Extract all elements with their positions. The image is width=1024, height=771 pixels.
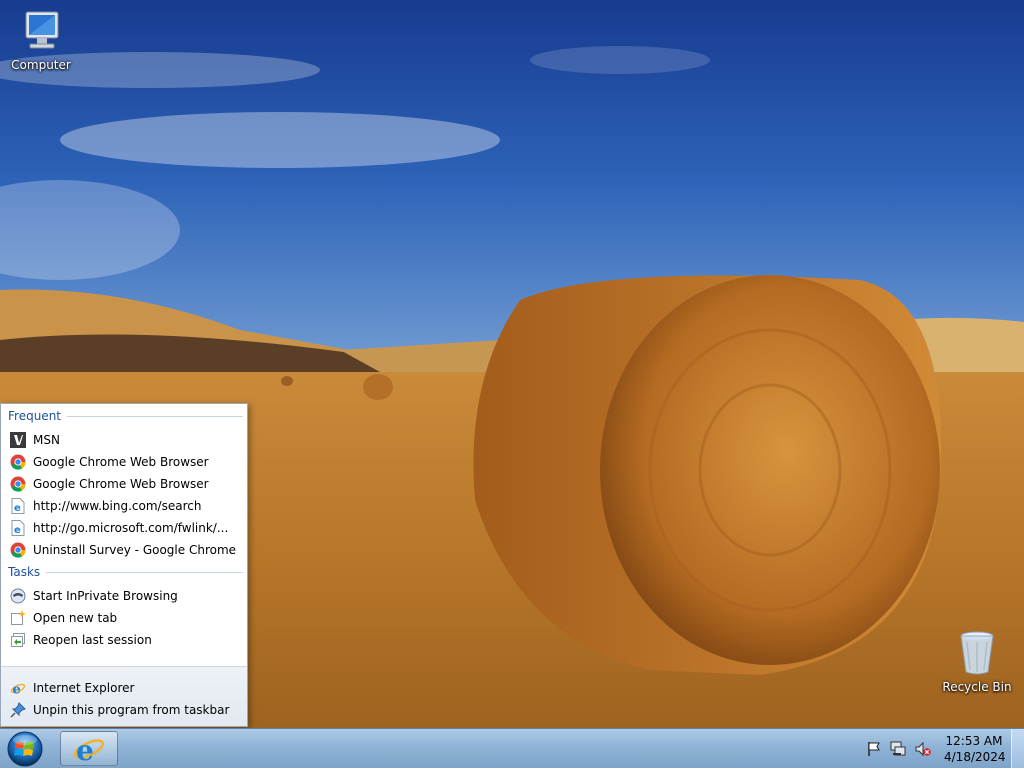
chrome-icon [10, 542, 26, 558]
taskbar-clock[interactable]: 12:53 AM 4/18/2024 [944, 733, 1006, 765]
jump-list-item-label: http://go.microsoft.com/fwlink/... [33, 521, 229, 535]
jump-list-item-label: Start InPrivate Browsing [33, 589, 178, 603]
jump-list-item-fwlink[interactable]: e http://go.microsoft.com/fwlink/... [10, 517, 243, 539]
desktop-icon-label: Recycle Bin [942, 680, 1012, 694]
unpin-icon [10, 702, 26, 718]
reopen-session-icon [11, 633, 25, 647]
internet-explorer-icon: e [73, 734, 105, 767]
internet-explorer-icon: e [10, 683, 26, 697]
clock-time: 12:53 AM [945, 734, 1003, 748]
section-title: Tasks [8, 565, 41, 579]
jump-list-item-label: MSN [33, 433, 60, 447]
jump-list-frequent-header: Frequent [8, 409, 243, 423]
windows-logo-icon [7, 731, 43, 767]
jump-list-open-internet-explorer[interactable]: e Internet Explorer [10, 677, 243, 699]
chrome-icon [10, 454, 26, 470]
taskbar: e 12:53 AM 4/18/2024 [0, 728, 1024, 768]
msn-icon [10, 432, 26, 448]
section-title: Frequent [8, 409, 61, 423]
clock-date: 4/18/2024 [944, 750, 1006, 764]
network-icon[interactable] [890, 741, 906, 757]
ie-page-icon: e [11, 520, 25, 536]
jump-list-item-label: Open new tab [33, 611, 118, 625]
new-tab-icon [11, 610, 26, 625]
jump-list-item-chrome-1[interactable]: Google Chrome Web Browser [10, 451, 243, 473]
svg-text:e: e [14, 525, 21, 536]
jump-list-item-chrome-2[interactable]: Google Chrome Web Browser [10, 473, 243, 495]
jump-list-bottom-section: e Internet Explorer Unpin this program f… [1, 666, 247, 726]
jump-list-item-label: http://www.bing.com/search [33, 499, 202, 513]
jump-list-task-inprivate[interactable]: Start InPrivate Browsing [10, 585, 243, 607]
action-center-flag-icon[interactable] [866, 741, 882, 757]
desktop-icon-computer[interactable]: Computer [3, 8, 79, 72]
jump-list-task-new-tab[interactable]: Open new tab [10, 607, 243, 629]
jump-list-item-label: Reopen last session [33, 633, 152, 647]
ie-page-icon: e [11, 498, 25, 514]
inprivate-icon [10, 588, 26, 604]
jump-list-item-label: Google Chrome Web Browser [33, 477, 209, 491]
desktop-icon-recycle-bin[interactable]: Recycle Bin [939, 630, 1015, 694]
jump-list-unpin[interactable]: Unpin this program from taskbar [10, 699, 243, 721]
jump-list-item-label: Unpin this program from taskbar [33, 703, 230, 717]
svg-text:e: e [13, 683, 21, 697]
taskbar-internet-explorer-button[interactable]: e [60, 731, 118, 767]
jump-list-item-bing[interactable]: e http://www.bing.com/search [10, 495, 243, 517]
jump-list-item-label: Internet Explorer [33, 681, 135, 695]
chrome-icon [10, 476, 26, 492]
jump-list-task-reopen-session[interactable]: Reopen last session [10, 629, 243, 651]
jump-list-item-label: Google Chrome Web Browser [33, 455, 209, 469]
svg-text:e: e [14, 503, 21, 514]
jump-list-item-uninstall-survey[interactable]: Uninstall Survey - Google Chrome [10, 539, 243, 561]
show-desktop-button[interactable] [1011, 729, 1024, 768]
svg-text:e: e [76, 734, 94, 765]
computer-icon [25, 11, 59, 49]
jump-list-item-label: Uninstall Survey - Google Chrome [33, 543, 237, 557]
start-button[interactable] [5, 730, 45, 768]
recycle-bin-icon [960, 631, 994, 675]
desktop-icon-label: Computer [11, 58, 71, 72]
jump-list-tasks-header: Tasks [8, 565, 243, 579]
jump-list-item-msn[interactable]: MSN [10, 429, 243, 451]
volume-muted-icon[interactable] [915, 741, 931, 757]
ie-jump-list: Frequent MSN Google Chrome Web Browser G… [0, 403, 248, 727]
